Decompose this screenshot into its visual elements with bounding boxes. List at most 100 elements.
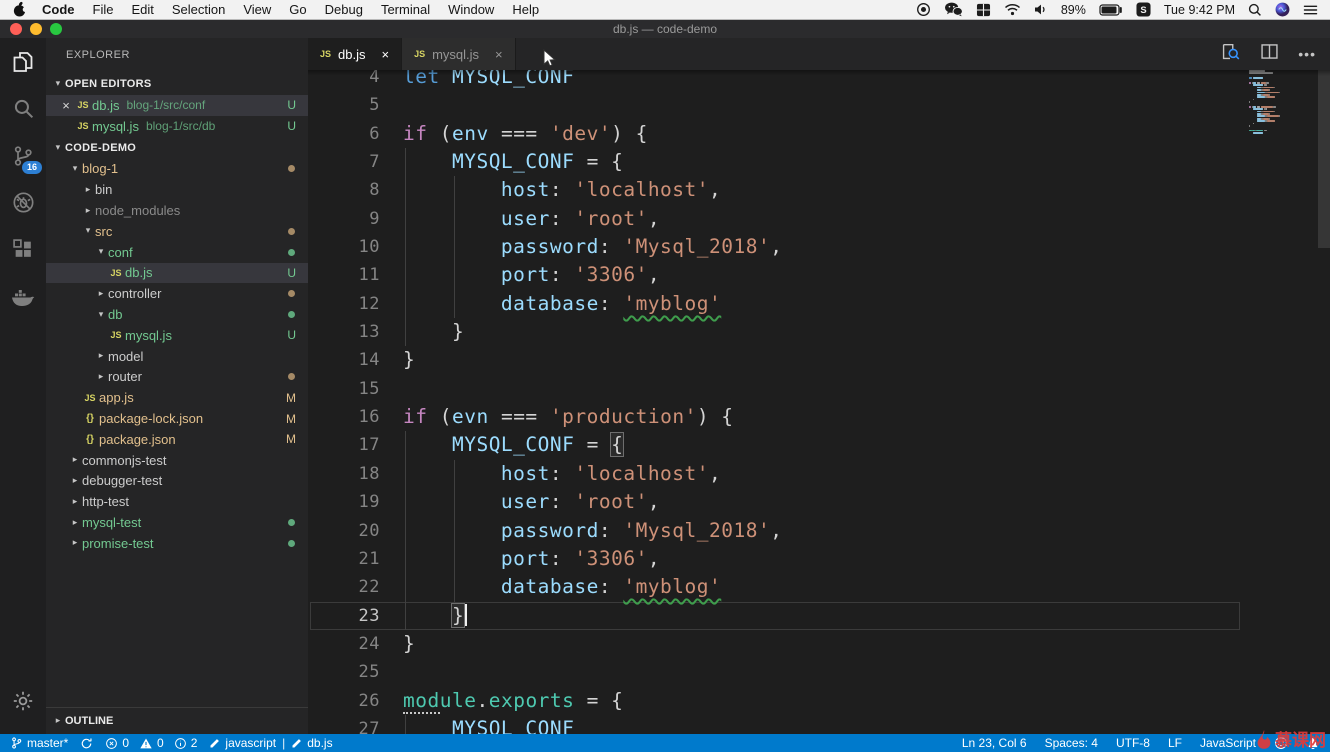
extensions-icon[interactable] [0, 226, 46, 273]
search-icon[interactable] [0, 85, 46, 132]
code-line-26[interactable]: 26module.exports = { [308, 687, 1330, 715]
tree-folder-node-modules[interactable]: ▸node_modules [46, 200, 308, 221]
open-editor-item[interactable]: ×JSdb.jsblog-1/src/confU [46, 95, 308, 116]
sync-icon[interactable] [80, 737, 93, 750]
code-line-25[interactable]: 25 [308, 658, 1330, 686]
code-line-24[interactable]: 24} [308, 630, 1330, 658]
code-line-11[interactable]: 11 port: '3306', [308, 261, 1330, 289]
code-line-13[interactable]: 13 } [308, 318, 1330, 346]
source-control-icon[interactable]: 16 [0, 132, 46, 179]
code-line-17[interactable]: 17 MYSQL_CONF = { [308, 431, 1330, 459]
code-line-22[interactable]: 22 database: 'myblog' [308, 573, 1330, 601]
menu-window[interactable]: Window [439, 2, 503, 17]
scrollbar-slider[interactable] [1318, 70, 1330, 248]
split-editor-icon[interactable] [1259, 41, 1280, 67]
wifi-icon[interactable] [1004, 3, 1021, 16]
more-actions-icon[interactable]: ••• [1298, 46, 1316, 62]
menu-debug[interactable]: Debug [316, 2, 372, 17]
open-editors-header[interactable]: ▾ OPEN EDITORS [46, 73, 308, 95]
open-editor-item[interactable]: JSmysql.jsblog-1/src/dbU [46, 116, 308, 137]
menu-view[interactable]: View [234, 2, 280, 17]
code-line-21[interactable]: 21 port: '3306', [308, 545, 1330, 573]
tab-mysql-js[interactable]: JSmysql.js× [402, 38, 516, 70]
find-in-file-icon[interactable] [1219, 41, 1241, 68]
code-line-23[interactable]: 23 } [308, 602, 1330, 630]
tree-folder-conf[interactable]: ▾conf [46, 242, 308, 263]
cursor-position[interactable]: Ln 23, Col 6 [962, 736, 1027, 750]
code-line-27[interactable]: 27 MYSQL_CONF [308, 715, 1330, 734]
code-line-12[interactable]: 12 database: 'myblog' [308, 290, 1330, 318]
code-line-5[interactable]: 5 [308, 91, 1330, 119]
code-line-8[interactable]: 8 host: 'localhost', [308, 176, 1330, 204]
tab-close-icon[interactable]: × [495, 47, 503, 62]
code-line-6[interactable]: 6if (env === 'dev') { [308, 120, 1330, 148]
tab-db-js[interactable]: JSdb.js× [308, 38, 402, 70]
outline-section-header[interactable]: ▸ OUTLINE [46, 707, 308, 734]
tree-file-mysql-js[interactable]: JSmysql.jsU [46, 325, 308, 346]
code-line-18[interactable]: 18 host: 'localhost', [308, 460, 1330, 488]
feedback-smiley-icon[interactable] [1274, 736, 1288, 750]
problems-indicator[interactable]: 0 0 2 [105, 736, 197, 750]
tree-file-package-json[interactable]: {}package.jsonM [46, 429, 308, 450]
notification-center-icon[interactable] [1303, 4, 1318, 16]
menu-help[interactable]: Help [503, 2, 548, 17]
code-line-15[interactable]: 15 [308, 375, 1330, 403]
tree-file-db-js[interactable]: JSdb.jsU [46, 263, 308, 284]
code-line-19[interactable]: 19 user: 'root', [308, 488, 1330, 516]
tree-folder-src[interactable]: ▾src [46, 221, 308, 242]
code-line-9[interactable]: 9 user: 'root', [308, 205, 1330, 233]
minimap[interactable] [1245, 70, 1318, 734]
docker-icon[interactable] [0, 273, 46, 320]
eol-setting[interactable]: LF [1168, 736, 1182, 750]
encoding-setting[interactable]: UTF-8 [1116, 736, 1150, 750]
explorer-icon[interactable] [0, 38, 46, 85]
tree-file-app-js[interactable]: JSapp.jsM [46, 387, 308, 408]
tree-folder-db[interactable]: ▾db [46, 304, 308, 325]
menu-code[interactable]: Code [33, 2, 84, 17]
apple-menu-icon[interactable] [12, 1, 27, 18]
s-app-icon[interactable]: S [1136, 2, 1151, 17]
linter-status[interactable]: javascript | db.js [209, 736, 332, 750]
tree-folder-debugger-test[interactable]: ▸debugger-test [46, 471, 308, 492]
settings-gear-icon[interactable] [0, 677, 46, 724]
volume-icon[interactable] [1034, 3, 1048, 16]
code-line-7[interactable]: 7 MYSQL_CONF = { [308, 148, 1330, 176]
close-icon[interactable]: × [58, 98, 74, 113]
menubar-clock[interactable]: Tue 9:42 PM [1164, 3, 1235, 17]
zoom-window-button[interactable] [50, 23, 62, 35]
language-mode[interactable]: JavaScript [1200, 736, 1256, 750]
menu-file[interactable]: File [84, 2, 123, 17]
notifications-bell-icon[interactable] [1306, 736, 1320, 750]
tree-folder-http-test[interactable]: ▸http-test [46, 491, 308, 512]
spotlight-search-icon[interactable] [1248, 3, 1262, 17]
tree-folder-model[interactable]: ▸model [46, 346, 308, 367]
code-line-20[interactable]: 20 password: 'Mysql_2018', [308, 517, 1330, 545]
code-editor[interactable]: 4let MYSQL_CONF56if (env === 'dev') {7 M… [308, 70, 1330, 734]
tree-folder-commonjs-test[interactable]: ▸commonjs-test [46, 450, 308, 471]
tree-folder-router[interactable]: ▸router [46, 367, 308, 388]
menu-edit[interactable]: Edit [122, 2, 162, 17]
screen-record-icon[interactable] [916, 2, 931, 17]
tree-folder-controller[interactable]: ▸controller [46, 283, 308, 304]
menu-selection[interactable]: Selection [163, 2, 234, 17]
code-line-10[interactable]: 10 password: 'Mysql_2018', [308, 233, 1330, 261]
git-branch-indicator[interactable]: master* [10, 736, 68, 750]
indentation-setting[interactable]: Spaces: 4 [1045, 736, 1098, 750]
menu-go[interactable]: Go [280, 2, 315, 17]
tree-folder-bin[interactable]: ▸bin [46, 179, 308, 200]
tree-folder-blog-1[interactable]: ▾blog-1 [46, 159, 308, 180]
tab-close-icon[interactable]: × [381, 47, 389, 62]
close-window-button[interactable] [10, 23, 22, 35]
minimize-window-button[interactable] [30, 23, 42, 35]
menu-terminal[interactable]: Terminal [372, 2, 439, 17]
tree-folder-promise-test[interactable]: ▸promise-test [46, 533, 308, 554]
code-line-16[interactable]: 16if (evn === 'production') { [308, 403, 1330, 431]
debug-disabled-icon[interactable] [0, 179, 46, 226]
tree-folder-mysql-test[interactable]: ▸mysql-test [46, 512, 308, 533]
window-panes-icon[interactable] [976, 3, 991, 17]
folder-section-header[interactable]: ▾ CODE-DEMO [46, 137, 308, 159]
code-line-14[interactable]: 14} [308, 346, 1330, 374]
code-line-4[interactable]: 4let MYSQL_CONF [308, 70, 1330, 91]
siri-icon[interactable] [1275, 2, 1290, 17]
wechat-icon[interactable] [944, 2, 963, 17]
